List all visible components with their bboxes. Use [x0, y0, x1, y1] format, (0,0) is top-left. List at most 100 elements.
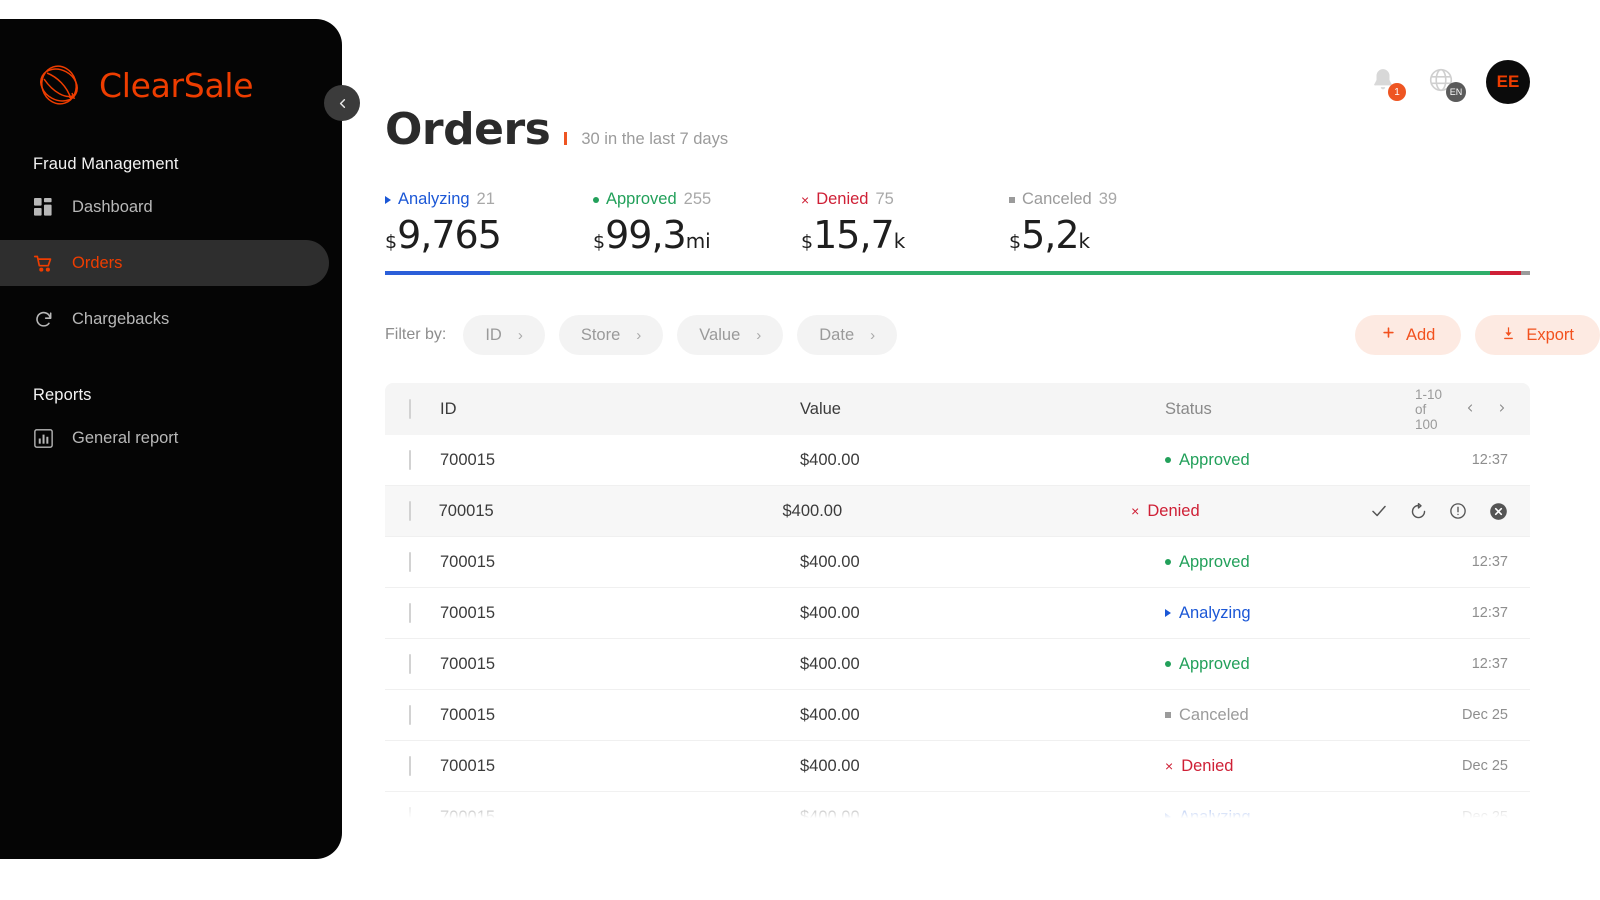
export-button-label: Export — [1526, 326, 1574, 345]
stat-count: 255 — [684, 190, 712, 209]
sidebar-item-general-report[interactable]: General report — [0, 415, 329, 461]
pagination-range: 1-10 of 100 — [1415, 387, 1444, 432]
filter-chip-label: Value — [699, 326, 740, 345]
row-timestamp: Dec 25 — [1462, 758, 1508, 774]
select-all-checkbox[interactable] — [409, 399, 411, 419]
row-order-id: 700015 — [439, 502, 783, 521]
stat-label: Analyzing 21 — [385, 190, 593, 209]
row-status-label: Approved — [1179, 451, 1250, 470]
table-row[interactable]: 700015 $400.00 × Denied Dec 25 — [385, 741, 1530, 792]
shopping-cart-icon — [33, 253, 54, 274]
page-subtitle: 30 in the last 7 days — [581, 130, 728, 149]
row-timestamp: 12:37 — [1472, 554, 1508, 570]
row-order-id: 700015 — [440, 655, 800, 674]
chevron-right-icon: › — [870, 327, 875, 344]
reanalyze-icon[interactable] — [1410, 503, 1427, 520]
stat-label: Approved 255 — [593, 190, 801, 209]
alert-circle-icon[interactable] — [1449, 502, 1467, 520]
nav-group-title-fraud-management: Fraud Management — [0, 155, 342, 174]
row-select-cell — [385, 757, 440, 776]
table-body: 700015 $400.00 Approved 12:37 700015 $40… — [385, 435, 1530, 823]
row-checkbox[interactable] — [409, 705, 411, 725]
row-meta: Dec 25 — [1415, 758, 1530, 774]
row-checkbox[interactable] — [409, 807, 411, 824]
status-marker-triangle — [1165, 609, 1171, 617]
sidebar-item-orders[interactable]: Orders — [0, 240, 329, 286]
stat-value: $99,3mi — [593, 213, 801, 257]
row-order-id: 700015 — [440, 757, 800, 776]
row-status-label: Analyzing — [1179, 604, 1251, 623]
stat-amount: 9,765 — [397, 213, 501, 257]
table-row[interactable]: 700015 $400.00 Analyzing 12:37 — [385, 588, 1530, 639]
bar-chart-icon — [33, 428, 54, 449]
stat-name: Denied — [816, 190, 868, 209]
filter-chip-date[interactable]: Date › — [797, 315, 897, 355]
row-meta — [1370, 502, 1530, 521]
column-header-value: Value — [800, 400, 1165, 419]
sidebar-item-dashboard[interactable]: Dashboard — [0, 184, 329, 230]
row-order-value: $400.00 — [800, 655, 1165, 674]
stat-card-approved: Approved 255 $99,3mi — [593, 190, 801, 257]
main-content: Orders 30 in the last 7 days Analyzing 2… — [385, 0, 1600, 900]
filter-chips: ID › Store › Value › Date › — [463, 315, 911, 355]
status-marker-dot — [593, 197, 599, 203]
sidebar-collapse-toggle[interactable] — [324, 85, 360, 121]
status-marker-square — [1165, 712, 1171, 718]
chevron-right-icon: › — [756, 327, 761, 344]
table-row[interactable]: 700015 $400.00 Canceled Dec 25 — [385, 690, 1530, 741]
table-row[interactable]: 700015 $400.00 Approved 12:37 — [385, 537, 1530, 588]
row-order-value: $400.00 — [800, 451, 1165, 470]
check-icon[interactable] — [1370, 502, 1388, 520]
row-order-id: 700015 — [440, 808, 800, 824]
pagination-next-button[interactable] — [1496, 401, 1508, 418]
status-marker-dot — [1165, 457, 1171, 463]
close-circle-icon[interactable] — [1489, 502, 1508, 521]
refresh-circular-icon — [33, 309, 54, 330]
row-checkbox[interactable] — [409, 501, 411, 521]
row-status: Analyzing — [1165, 808, 1415, 824]
pagination-prev-button[interactable] — [1464, 401, 1476, 418]
row-status: × Denied — [1131, 502, 1370, 521]
stat-name: Approved — [606, 190, 677, 209]
filter-chip-id[interactable]: ID › — [463, 315, 545, 355]
table-row[interactable]: 700015 $400.00 Approved 12:37 — [385, 435, 1530, 486]
stat-card-analyzing: Analyzing 21 $9,765 — [385, 190, 593, 257]
table-row[interactable]: 700015 $400.00 Analyzing Dec 25 — [385, 792, 1530, 823]
progress-segment-denied — [1490, 271, 1521, 275]
currency-symbol: $ — [1009, 231, 1020, 253]
sidebar-item-label: Dashboard — [72, 198, 153, 217]
stat-amount: 99,3 — [605, 213, 686, 257]
row-order-value: $400.00 — [800, 604, 1165, 623]
table-row[interactable]: 700015 $400.00 Approved 12:37 — [385, 639, 1530, 690]
row-order-value: $400.00 — [783, 502, 1132, 521]
filter-chip-label: ID — [485, 326, 502, 345]
currency-symbol: $ — [801, 231, 812, 253]
row-checkbox[interactable] — [409, 654, 411, 674]
row-checkbox[interactable] — [409, 603, 411, 623]
table-row[interactable]: 700015 $400.00 × Denied — [385, 486, 1530, 537]
row-meta: 12:37 — [1415, 605, 1530, 621]
row-status: Canceled — [1165, 706, 1415, 725]
row-checkbox[interactable] — [409, 756, 411, 776]
row-meta: 12:37 — [1415, 452, 1530, 468]
progress-segment-canceled — [1521, 271, 1530, 275]
row-status-label: Denied — [1181, 757, 1233, 776]
stat-name: Analyzing — [398, 190, 470, 209]
row-checkbox[interactable] — [409, 552, 411, 572]
row-timestamp: Dec 25 — [1462, 809, 1508, 823]
export-button[interactable]: Export — [1475, 315, 1600, 355]
stat-unit: k — [894, 229, 906, 253]
filter-bar: Filter by: ID › Store › Value › Date › A… — [385, 315, 1600, 355]
sidebar-item-chargebacks[interactable]: Chargebacks — [0, 296, 329, 342]
filter-chip-value[interactable]: Value › — [677, 315, 783, 355]
row-meta: 12:37 — [1415, 656, 1530, 672]
row-status: Approved — [1165, 655, 1415, 674]
filter-chip-store[interactable]: Store › — [559, 315, 663, 355]
add-button[interactable]: Add — [1355, 315, 1461, 355]
row-checkbox[interactable] — [409, 450, 411, 470]
page-title: Orders — [385, 108, 550, 152]
row-timestamp: 12:37 — [1472, 656, 1508, 672]
row-select-cell — [385, 706, 440, 725]
status-marker-square — [1009, 197, 1015, 203]
row-select-cell — [385, 502, 439, 521]
